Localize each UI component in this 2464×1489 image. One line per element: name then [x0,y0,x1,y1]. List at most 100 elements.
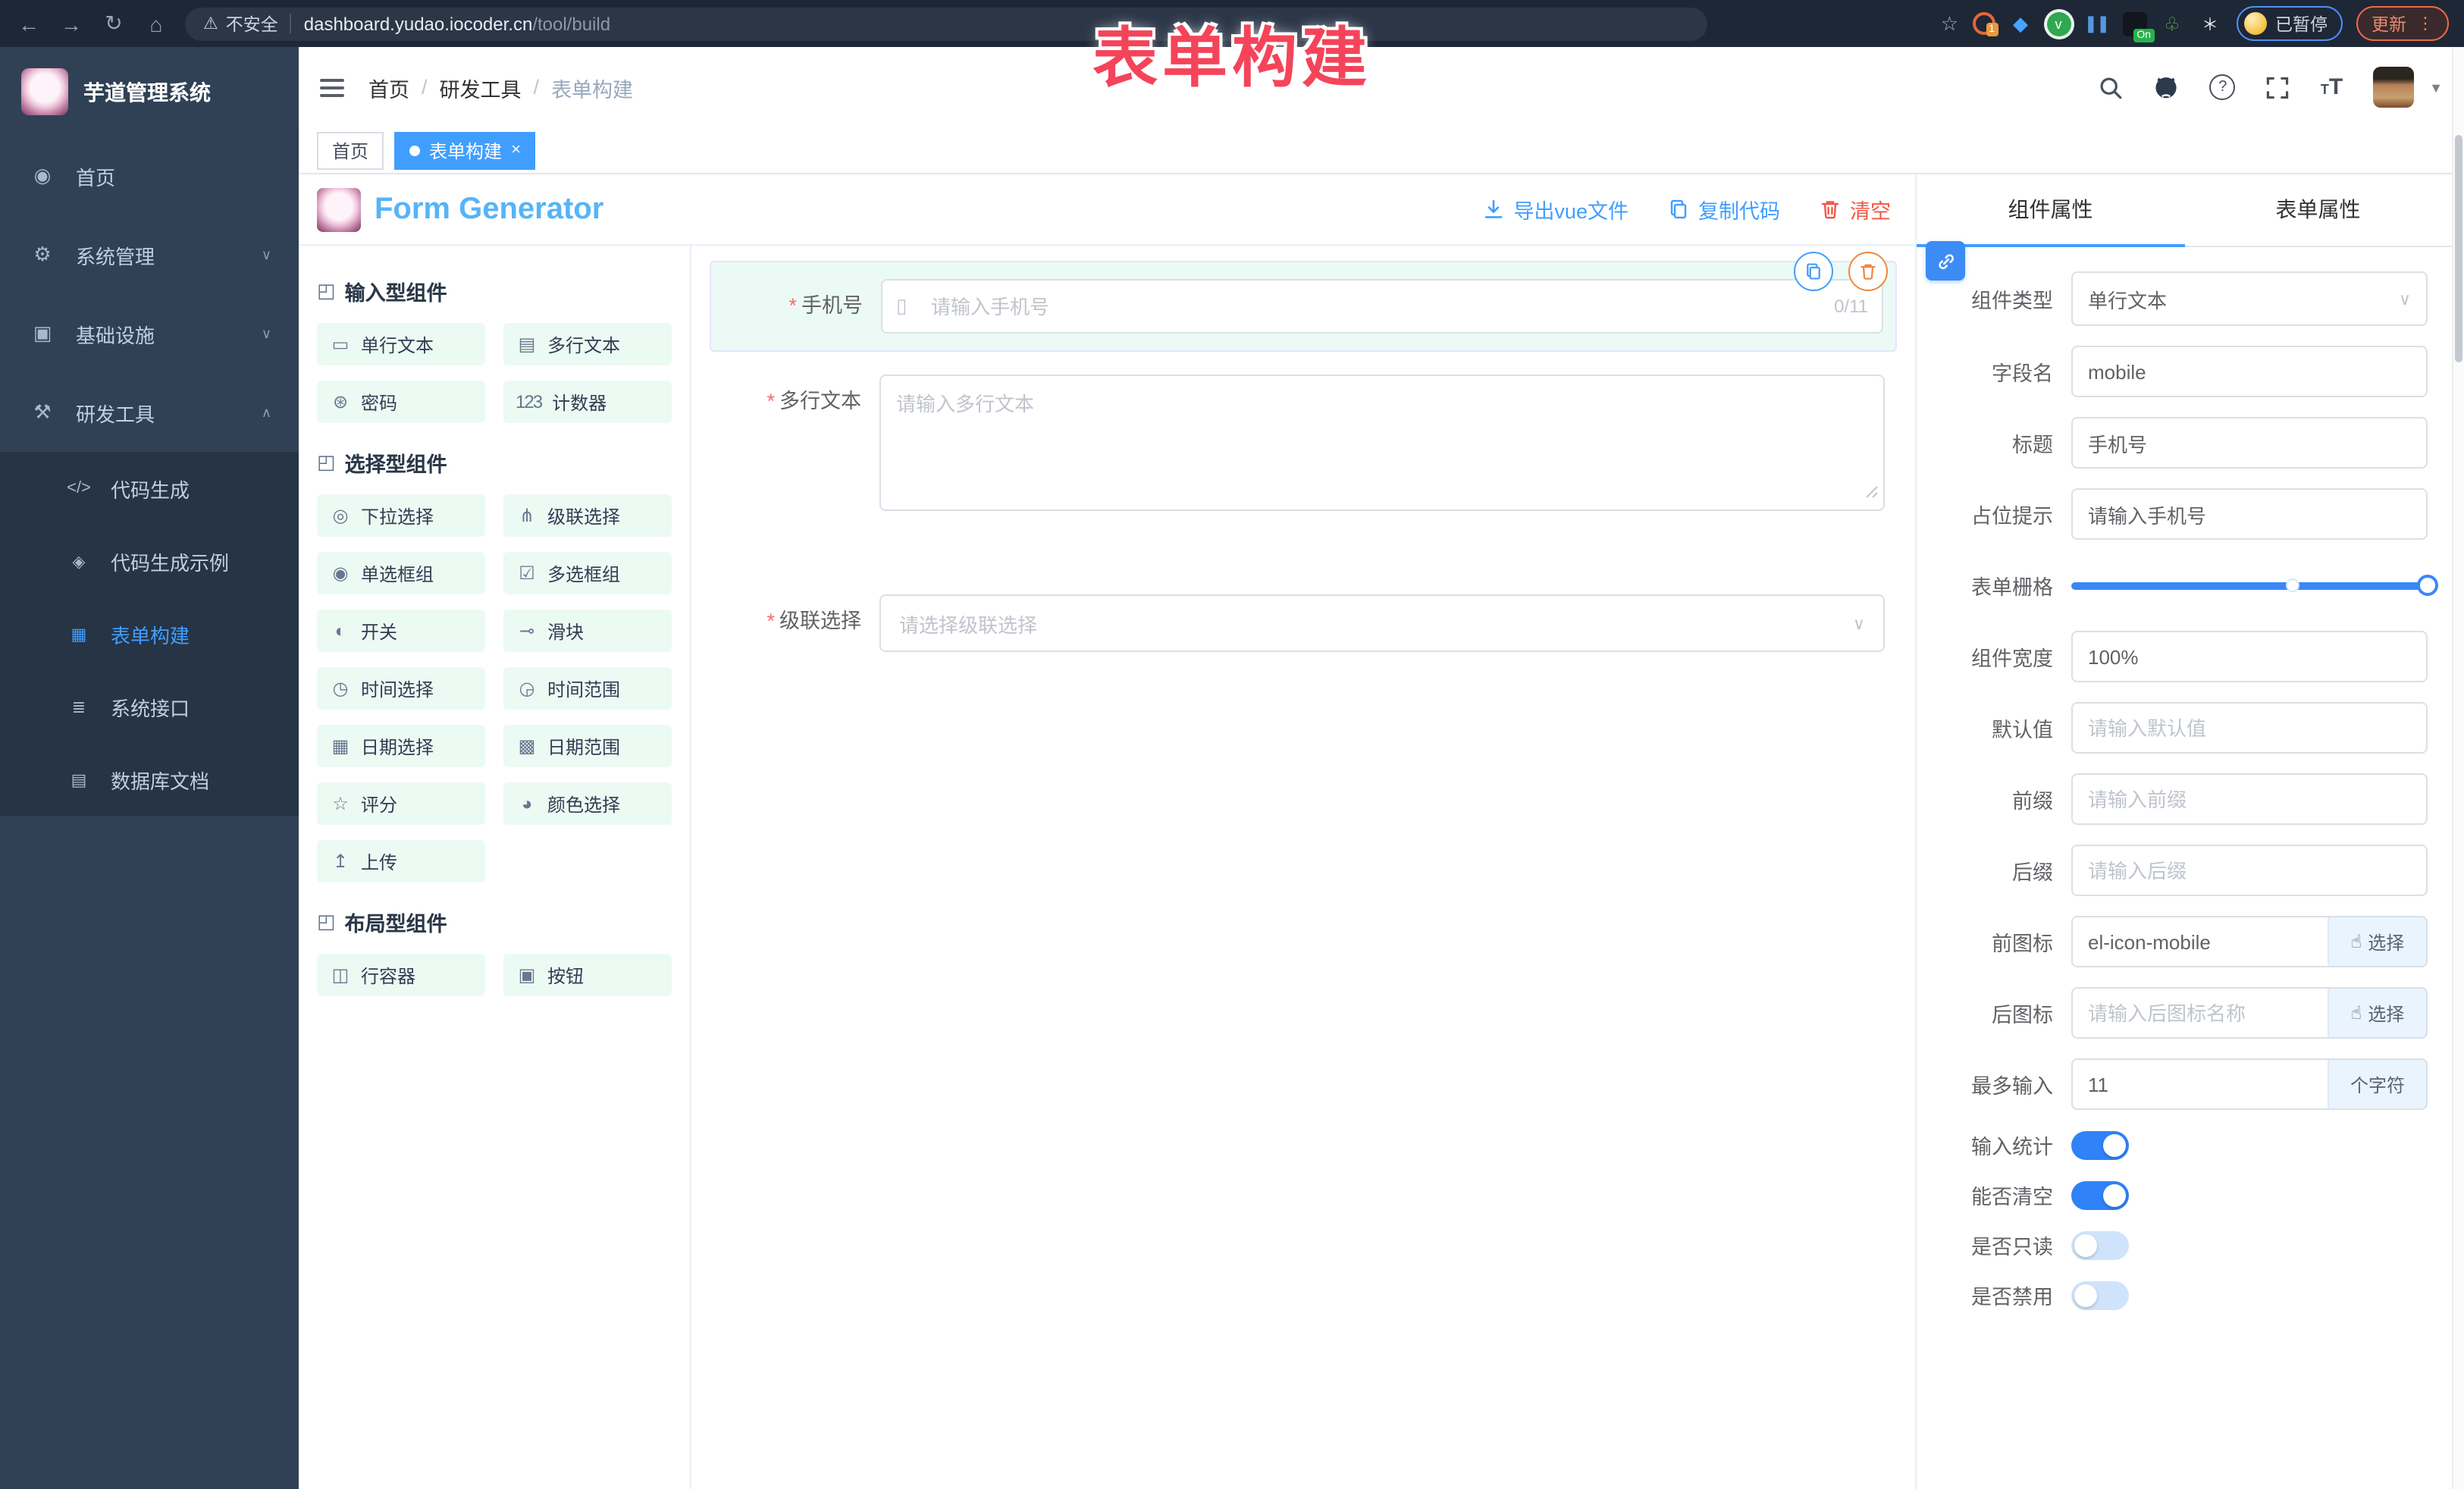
placeholder-input[interactable] [2071,488,2428,540]
sidebar-subitem[interactable]: ▦ 表单构建 [0,597,299,670]
reload-icon[interactable]: ↻ [100,11,127,36]
hamburger-icon[interactable] [320,74,344,101]
extension-orange-icon[interactable]: 1 [1972,12,1995,35]
puzzle-icon: ◰ [317,910,336,934]
tab-component-props[interactable]: 组件属性 [1917,174,2184,246]
bookmark-icon[interactable]: ☆ [1941,11,1958,36]
app-logo[interactable]: 芋道管理系统 [0,47,299,136]
extension-plant-icon[interactable]: ♧ [2160,11,2184,36]
palette-item[interactable]: ▣ 按钮 [503,954,672,996]
profile-avatar [2243,12,2266,35]
component-width-input[interactable] [2071,631,2428,682]
palette-item[interactable]: ◉ 单选框组 [317,552,485,594]
palette-item[interactable]: ▤ 多行文本 [503,323,672,365]
extensions-menu-icon[interactable]: ＊ [2198,11,2222,36]
suffix-icon-select-button[interactable]: ☝ 选择 [2328,987,2428,1039]
toggle-switch[interactable] [2071,1130,2129,1159]
extension-dark-icon[interactable]: On [2122,11,2146,36]
canvas-field-mobile[interactable]: *手机号 ▯ 0/11 [710,261,1897,352]
close-icon[interactable]: × [511,141,521,159]
github-icon[interactable] [2154,74,2180,100]
security-status[interactable]: ⚠ 不安全 [203,11,278,36]
rate-icon: ☆ [329,793,350,814]
duplicate-field-button[interactable] [1794,252,1833,291]
tag-home[interactable]: 首页 [317,131,384,169]
prefix-input[interactable] [2071,773,2428,825]
delete-field-button[interactable] [1848,252,1888,291]
fullscreen-icon[interactable] [2266,75,2290,99]
clear-button[interactable]: 清空 [1820,194,1891,224]
radio-icon: ◉ [329,563,350,584]
breadcrumb-home[interactable]: 首页 [368,72,409,102]
puzzle-icon: ◰ [317,450,336,475]
sidebar-item-system[interactable]: ⚙ 系统管理 ∨ [0,215,299,294]
palette-item[interactable]: ☑ 多选框组 [503,552,672,594]
prefix-icon-input[interactable] [2071,916,2328,967]
palette-item[interactable]: ◕ 颜色选择 [503,782,672,825]
form-grid-slider[interactable] [2071,560,2428,611]
profile-paused-pill[interactable]: 已暂停 [2236,6,2343,41]
max-input-input[interactable] [2071,1058,2328,1110]
copy-code-button[interactable]: 复制代码 [1668,194,1780,224]
palette-item[interactable]: ▩ 日期范围 [503,725,672,767]
slider-handle[interactable] [2417,575,2438,596]
palette-item[interactable]: ◶ 时间范围 [503,667,672,710]
sidebar-item-devtools[interactable]: ⚒ 研发工具 ∧ [0,373,299,452]
field-name-input[interactable] [2071,346,2428,397]
sidebar-subitem[interactable]: ◈ 代码生成示例 [0,525,299,597]
component-type-select[interactable]: 单行文本 ∨ [2071,271,2428,326]
font-size-icon[interactable]: TT [2321,76,2343,99]
home-icon[interactable]: ⌂ [143,11,170,36]
palette-item[interactable]: ◎ 下拉选择 [317,494,485,537]
default-value-input[interactable] [2071,702,2428,754]
palette-item[interactable]: ☆ 评分 [317,782,485,825]
forward-icon[interactable]: → [58,11,85,36]
suffix-icon-input[interactable] [2071,987,2328,1039]
resize-handle-icon[interactable] [1865,479,1879,506]
canvas-field-textarea[interactable]: *多行文本 [710,358,1897,535]
toggle-switch[interactable] [2071,1281,2129,1309]
extension-on-badge: On [2133,28,2154,42]
sidebar-subitem[interactable]: ▤ 数据库文档 [0,743,299,816]
address-bar[interactable]: ⚠ 不安全 dashboard.yudao.iocoder.cn/tool/bu… [185,7,1707,40]
textarea-input[interactable] [879,375,1885,511]
link-tag[interactable] [1926,241,1965,281]
canvas-field-cascader[interactable]: *级联选择 请选择级联选择 ∨ [710,578,1897,669]
export-vue-button[interactable]: 导出vue文件 [1483,194,1629,224]
extension-green-icon[interactable]: v [2046,11,2071,36]
toggle-switch[interactable] [2071,1230,2129,1259]
palette-item[interactable]: ▦ 日期选择 [317,725,485,767]
sidebar-subitem[interactable]: ≣ 系统接口 [0,670,299,743]
cascader-select[interactable]: 请选择级联选择 ∨ [879,594,1885,652]
palette-item[interactable]: ⊛ 密码 [317,381,485,423]
tag-form-build[interactable]: 表单构建 × [394,131,536,169]
breadcrumb-section[interactable]: 研发工具 [440,72,522,102]
scrollbar-thumb[interactable] [2455,135,2462,362]
back-icon[interactable]: ← [15,11,42,36]
palette-item[interactable]: ▭ 单行文本 [317,323,485,365]
palette-item[interactable]: ◐ 开关 [317,610,485,652]
title-input[interactable] [2071,417,2428,469]
palette-item[interactable]: ⋔ 级联选择 [503,494,672,537]
update-button[interactable]: 更新 ⋮ [2356,6,2449,41]
search-icon[interactable] [2099,75,2124,99]
palette-item[interactable]: ↥ 上传 [317,840,485,882]
palette-item[interactable]: ◷ 时间选择 [317,667,485,710]
palette-item[interactable]: 123 计数器 [503,381,672,423]
sidebar-subitem[interactable]: </> 代码生成 [0,452,299,525]
suffix-input[interactable] [2071,845,2428,896]
extension-gem-icon[interactable]: ◆ [2008,11,2033,36]
palette-item[interactable]: ◫ 行容器 [317,954,485,996]
toggle-switch[interactable] [2071,1180,2129,1209]
sidebar-item-home[interactable]: ◉ 首页 [0,136,299,215]
menu-dots-icon[interactable]: ⋮ [2417,14,2434,33]
mobile-input[interactable] [881,279,1883,334]
sidebar-item-infra[interactable]: ▣ 基础设施 ∨ [0,294,299,373]
help-icon[interactable]: ? [2210,74,2236,100]
caret-down-icon[interactable]: ▼ [2429,80,2443,95]
palette-item[interactable]: ⊸ 滑块 [503,610,672,652]
extension-bars-icon[interactable]: ❚❚ [2084,11,2108,36]
tab-form-props[interactable]: 表单属性 [2184,174,2452,246]
prefix-icon-select-button[interactable]: ☝ 选择 [2328,916,2428,967]
user-avatar[interactable] [2373,67,2414,108]
